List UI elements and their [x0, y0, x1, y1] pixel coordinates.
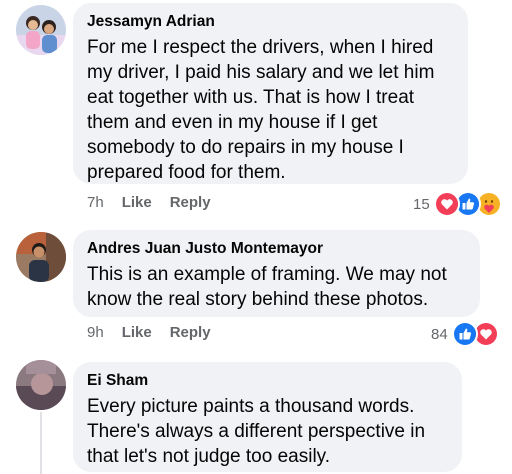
comment-text: Every picture paints a thousand words. T…: [87, 396, 426, 467]
comment-actions: 7h Like Reply: [87, 194, 229, 211]
avatar[interactable]: [16, 360, 66, 410]
reaction-count: 84: [431, 325, 448, 343]
comment-bubble: Ei Sham Every picture paints a thousand …: [73, 362, 462, 472]
like-button[interactable]: Like: [122, 194, 152, 211]
comment-time[interactable]: 9h: [87, 324, 104, 341]
comment-author[interactable]: Jessamyn Adrian: [87, 12, 454, 32]
comment-author[interactable]: Andres Juan Justo Montemayor: [87, 239, 466, 259]
comment-bubble: Andres Juan Justo Montemayor This is an …: [73, 230, 480, 317]
like-icon: [451, 321, 478, 347]
reply-thread-line: [40, 412, 42, 474]
reaction-summary[interactable]: 84: [431, 321, 499, 347]
like-button[interactable]: Like: [122, 324, 152, 341]
reaction-summary[interactable]: 15: [413, 191, 502, 217]
comment-text: This is an example of framing. We may no…: [87, 264, 447, 310]
love-icon: [433, 191, 460, 217]
reaction-count: 15: [413, 195, 430, 213]
comment-actions: 9h Like Reply: [87, 324, 229, 341]
avatar[interactable]: [16, 232, 66, 282]
comment-time[interactable]: 7h: [87, 194, 104, 211]
avatar[interactable]: [16, 5, 66, 55]
reply-button[interactable]: Reply: [170, 324, 211, 341]
comment-bubble: Jessamyn Adrian For me I respect the dri…: [73, 3, 468, 184]
comment-text: For me I respect the drivers, when I hir…: [87, 37, 435, 183]
reply-button[interactable]: Reply: [170, 194, 211, 211]
comment-author[interactable]: Ei Sham: [87, 371, 448, 391]
